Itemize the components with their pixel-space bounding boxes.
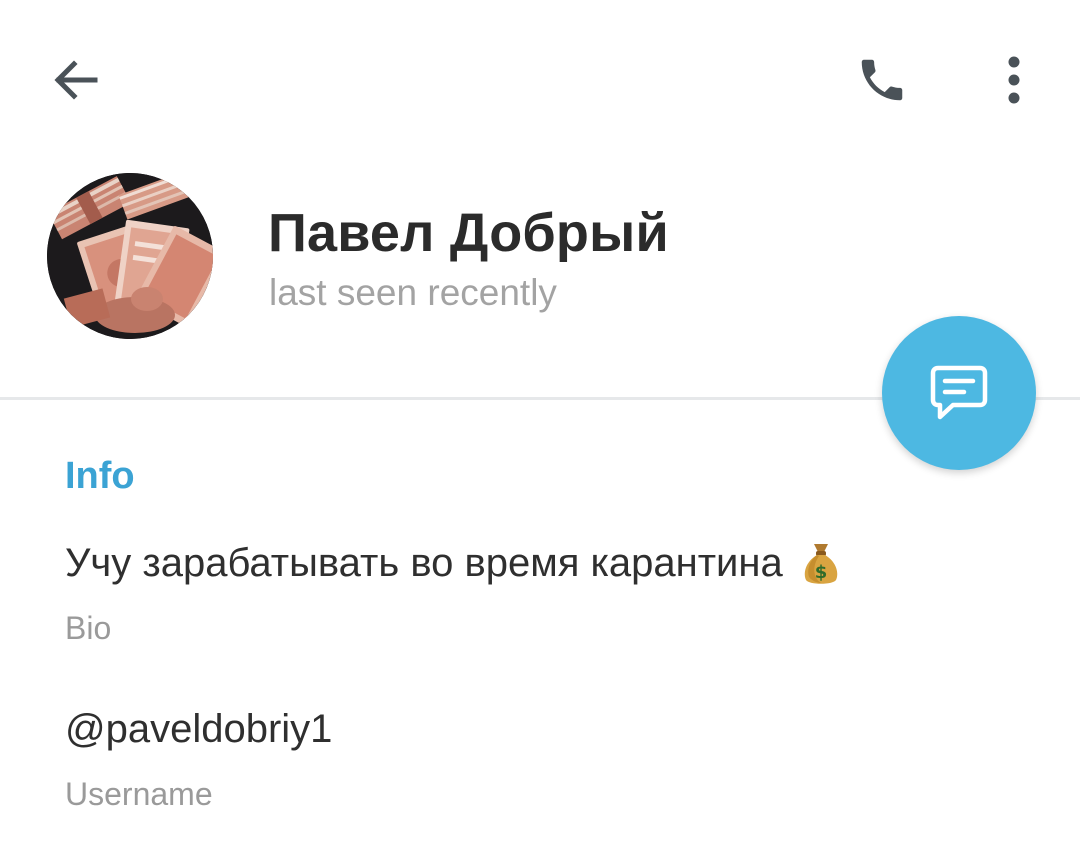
bio-label: Bio (65, 610, 112, 646)
arrow-left-icon (54, 60, 98, 100)
bio-value-line: Учу зарабатывать во время карантина $ (65, 540, 1045, 586)
bio-text: Учу зарабатывать во время карантина (65, 540, 783, 585)
username-value: @paveldobriy1 (65, 707, 333, 751)
last-seen-status: last seen recently (269, 272, 557, 313)
info-section-title: Info (65, 455, 135, 497)
username-label: Username (65, 776, 213, 812)
money-bag-icon: $ (801, 540, 841, 586)
more-vertical-icon (1008, 56, 1020, 104)
toolbar (0, 0, 1080, 160)
username-row[interactable]: @paveldobriy1 Username (65, 707, 1045, 813)
back-button[interactable] (36, 40, 116, 120)
profile-screen: Павел Добрый last seen recently Info Учу… (0, 0, 1080, 847)
info-section: Info Учу зарабатывать во время карантина… (0, 400, 1080, 847)
call-button[interactable] (842, 40, 922, 120)
send-message-button[interactable] (882, 316, 1036, 470)
bio-row[interactable]: Учу зарабатывать во время карантина $ Bi… (65, 540, 1045, 647)
avatar-image (47, 173, 213, 339)
phone-icon (861, 59, 903, 101)
avatar[interactable] (47, 173, 213, 339)
profile-name: Павел Добрый (268, 203, 669, 263)
svg-text:$: $ (814, 562, 827, 583)
message-icon (930, 365, 988, 420)
more-options-button[interactable] (974, 40, 1054, 120)
